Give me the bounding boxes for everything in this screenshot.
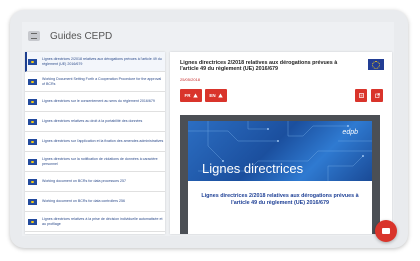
warning-icon xyxy=(192,93,198,98)
list-item[interactable]: Lignes directrices relatives au droit à … xyxy=(25,112,165,132)
en-label: EN xyxy=(209,93,216,98)
eu-flag-icon xyxy=(28,198,37,205)
pdf-viewer[interactable]: edpb Lignes directrices Lignes directric… xyxy=(180,115,380,234)
fr-label: FR xyxy=(184,93,191,98)
warning-icon xyxy=(217,93,223,98)
eu-flag-icon xyxy=(28,78,37,85)
chat-button[interactable] xyxy=(375,220,397,242)
guides-list: Lignes directrices 2/2018 relatives aux … xyxy=(25,52,165,234)
edpb-logo: edpb xyxy=(342,129,358,136)
list-item-label: Working Document Setting Forth a Coopera… xyxy=(42,77,162,86)
eu-flag-icon xyxy=(28,58,37,65)
app-title: Guides CEPD xyxy=(50,30,113,42)
external-link-icon xyxy=(374,93,380,98)
pdf-page: edpb Lignes directrices Lignes directric… xyxy=(188,121,372,234)
list-item[interactable]: Lignes directrices sur la notification d… xyxy=(25,152,165,172)
eu-flag-icon xyxy=(28,138,37,145)
list-item-label: Working document on BCRs for data proces… xyxy=(42,179,127,184)
list-item-label: Lignes directrices sur l'application et … xyxy=(42,139,164,144)
eu-flag-icon xyxy=(28,158,37,165)
list-item-label: Lignes directrices sur le consentement a… xyxy=(42,99,155,104)
app-screen: Guides CEPD Lignes directrices 2/2018 re… xyxy=(22,22,394,236)
list-item-label: Lignes directrices 2/2018 relatives aux … xyxy=(42,57,162,66)
pdf-document-title: Lignes directrices 2/2018 relatives aux … xyxy=(201,193,359,206)
list-item-label: Lignes directrices sur la notification d… xyxy=(42,157,158,166)
open-external-button[interactable] xyxy=(371,89,383,102)
eu-flag-icon xyxy=(368,59,384,70)
list-item[interactable]: Lignes directrices sur l'application et … xyxy=(25,132,165,152)
cover-heading: Lignes directrices xyxy=(202,161,304,176)
list-item-label: Lignes directrices relatives au droit à … xyxy=(42,119,143,124)
list-item[interactable]: Working Document Setting Forth a Coopera… xyxy=(25,72,165,92)
list-item[interactable]: Lignes directrices relatives à la prise … xyxy=(25,212,165,232)
tablet-frame: Guides CEPD Lignes directrices 2/2018 re… xyxy=(10,10,408,248)
list-item[interactable]: Working document on BCRs for data proces… xyxy=(25,172,165,192)
chat-icon xyxy=(382,228,390,234)
list-item[interactable]: Lignes directrices sur le consentement a… xyxy=(25,92,165,112)
document-date: 25/05/2018 xyxy=(180,77,201,82)
eu-flag-icon xyxy=(28,118,37,125)
download-en-button[interactable]: EN xyxy=(205,89,227,102)
cover-image: edpb Lignes directrices xyxy=(188,121,372,181)
document-title: Lignes directrices 2/2018 relatives aux … xyxy=(180,60,338,73)
document-panel: Lignes directrices 2/2018 relatives aux … xyxy=(170,52,392,234)
list-item-label: Lignes directrices relatives à la prise … xyxy=(42,217,163,226)
list-item[interactable]: Lignes directrices 2/2018 relatives aux … xyxy=(25,52,165,72)
app-bar: Guides CEPD xyxy=(22,22,394,50)
menu-icon xyxy=(31,33,37,39)
list-item[interactable]: Working document on BCRs for data contro… xyxy=(25,192,165,212)
eu-flag-icon xyxy=(28,178,37,185)
menu-button[interactable] xyxy=(28,31,40,41)
list-item-label: Working document on BCRs for data contro… xyxy=(42,199,126,204)
list-view-button[interactable] xyxy=(355,89,367,102)
list-icon xyxy=(358,93,364,98)
eu-flag-icon xyxy=(28,218,37,225)
download-fr-button[interactable]: FR xyxy=(180,89,202,102)
eu-flag-icon xyxy=(28,98,37,105)
